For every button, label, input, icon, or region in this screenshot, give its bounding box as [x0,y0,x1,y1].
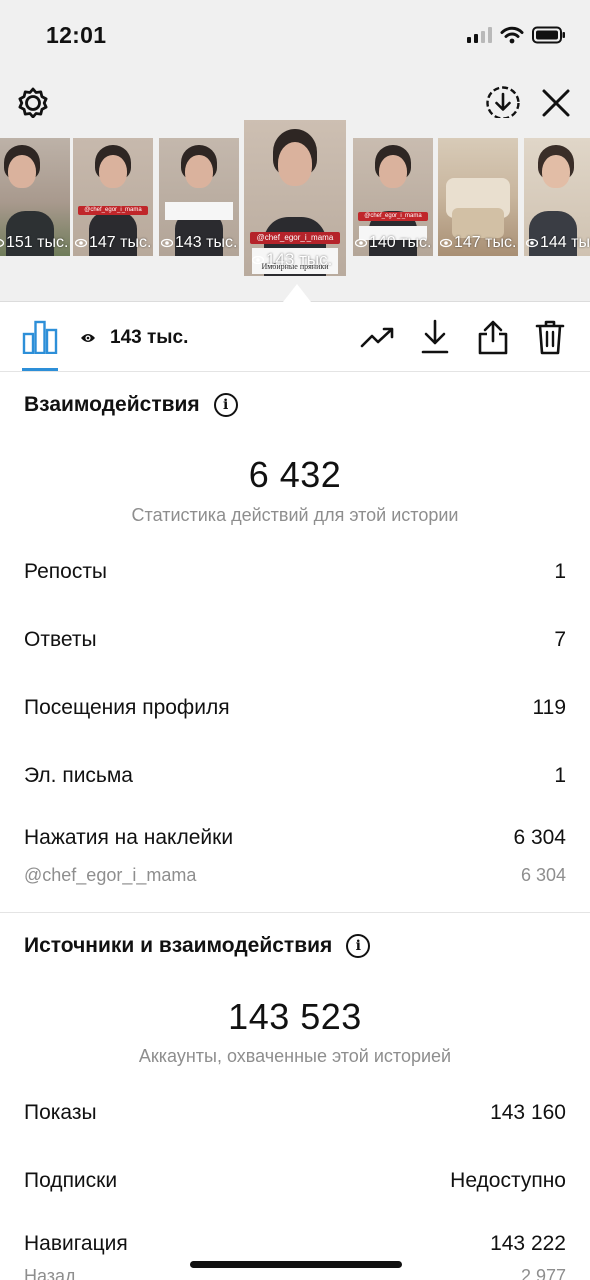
status-time: 12:01 [46,22,107,48]
story-views: 144 тыс. [526,234,590,252]
eye-icon [355,238,367,248]
eye-icon [161,238,173,248]
stat-row-reposts: Репосты 1 [24,560,566,583]
stat-row-impressions: Показы 143 160 [24,1101,566,1124]
story-thumbnail[interactable]: 147 тыс. [438,138,518,256]
section-divider [0,912,590,913]
story-mention-tag: @chef_egor_i_mama [357,212,429,221]
eye-icon [440,238,452,248]
stat-row-sticker-taps: Нажатия на наклейки 6 304 [24,826,566,849]
story-mention-tag: @chef_egor_i_mama [250,232,340,244]
stat-row-back: Назад 2 977 [24,1266,566,1280]
stat-row-profile-visits: Посещения профиля 119 [24,696,566,719]
selected-story-pointer [283,284,311,302]
stat-row-sticker-mention: @chef_egor_i_mama 6 304 [24,865,566,885]
discovery-section-title: Источники и взаимодействия i [24,934,371,958]
story-thumbnail[interactable]: @chef_egor_i_mama 147 тыс. [73,138,153,256]
eye-icon [526,238,538,248]
status-bar: 12:01 [0,0,590,72]
story-thumbnail[interactable]: 144 тыс. [524,138,590,256]
story-thumbnail[interactable]: @chef_egor_i_mama 140 тыс. [353,138,433,256]
signal-icon [467,27,492,43]
wifi-icon [500,26,524,44]
story-views: 147 тыс. [75,234,151,252]
insights-toolbar: 143 тыс. [0,302,590,372]
eye-icon [0,239,4,247]
trash-icon[interactable] [531,318,569,356]
story-views: 151 тыс. [0,234,68,252]
close-icon[interactable] [537,84,575,122]
eye-icon [81,334,95,342]
info-icon[interactable]: i [346,934,371,958]
story-thumbnail-selected[interactable]: @chef_egor_i_mama Имбирные пряники 143 т… [244,120,346,276]
reach-total: 143 523 [228,996,362,1037]
download-icon[interactable] [416,318,454,356]
story-text-card [165,202,233,220]
eye-icon [75,238,87,248]
trend-icon[interactable] [359,318,397,356]
eye-icon [252,255,264,265]
interactions-total: 6 432 [248,454,342,495]
story-views: 140 тыс. [355,234,431,252]
toolbar-view-count: 143 тыс. [80,327,188,349]
story-thumbnail-strip[interactable]: 151 тыс. @chef_egor_i_mama 147 тыс. 143 … [0,118,590,302]
stat-row-emails: Эл. письма 1 [24,764,566,787]
stat-row-follows: Подписки Недоступно [24,1169,566,1192]
home-indicator [190,1261,402,1268]
settings-gear-icon[interactable] [14,84,52,122]
story-views: 147 тыс. [440,234,516,252]
stat-row-replies: Ответы 7 [24,628,566,651]
interactions-caption: Статистика действий для этой истории [131,505,459,525]
story-views: 143 тыс. [252,250,332,270]
stat-row-navigation: Навигация 143 222 [24,1232,566,1255]
interactions-section-title: Взаимодействия i [24,393,238,417]
story-thumbnail[interactable]: 143 тыс. [159,138,239,256]
download-circle-icon[interactable] [484,84,522,122]
active-tab-underline [22,368,58,371]
battery-icon [532,26,565,44]
reach-caption: Аккаунты, охваченные этой историей [138,1046,452,1066]
story-views: 143 тыс. [161,234,237,252]
share-icon[interactable] [474,318,512,356]
info-icon[interactable]: i [213,393,238,417]
bar-chart-icon[interactable] [22,320,58,354]
story-mention-tag: @chef_egor_i_mama [77,206,149,215]
story-thumbnail[interactable]: 151 тыс. [0,138,70,256]
status-icons [467,26,566,44]
